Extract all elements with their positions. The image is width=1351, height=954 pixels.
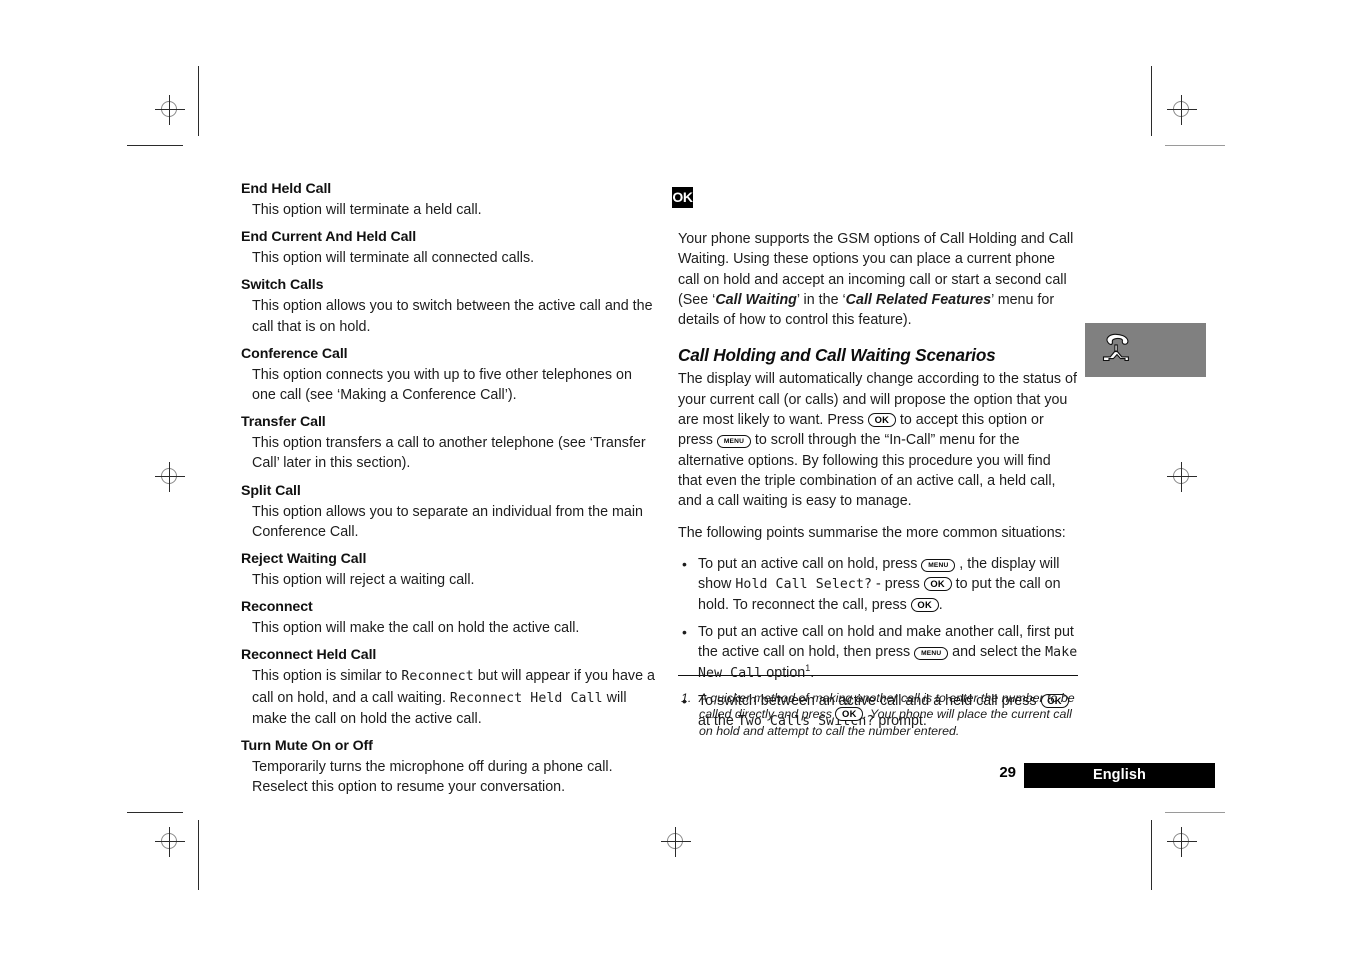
registration-horizontal-line — [155, 109, 185, 110]
registration-vertical-line — [1181, 827, 1182, 857]
menu-key-icon: MENU — [914, 647, 949, 661]
registration-horizontal-line — [1167, 109, 1197, 110]
language-footer-bar: English — [1024, 763, 1215, 788]
option-body-end-current-and-held-call: This option will terminate all connected… — [252, 250, 535, 267]
text-segment: To put an active call on hold, press — [698, 555, 922, 572]
option-heading-reject-waiting-call: Reject Waiting Call — [241, 551, 367, 568]
option-heading-split-call: Split Call — [241, 482, 301, 499]
summary-line: The following points summarise the more … — [678, 524, 1066, 541]
text-segment: and select the — [948, 644, 1046, 661]
lcd-text-reconnect-held-call: Reconnect Held Call — [449, 690, 603, 706]
registration-horizontal-line — [155, 476, 185, 477]
printed-page: End Held Call This option will terminate… — [0, 0, 1351, 954]
text-segment: . — [938, 597, 943, 614]
option-heading-transfer-call: Transfer Call — [241, 414, 326, 431]
emphasis-call-related-features: Call Related Features — [845, 291, 992, 308]
ok-key-icon: OK — [835, 707, 864, 722]
language-label: English — [1092, 767, 1147, 783]
option-heading-end-held-call: End Held Call — [241, 181, 332, 197]
option-heading-end-current-and-held-call: End Current And Held Call — [241, 229, 417, 246]
text-segment: This option is similar to — [252, 668, 402, 685]
registration-horizontal-line — [1167, 476, 1197, 477]
bullet-icon: • — [682, 555, 687, 572]
menu-key-icon: MENU — [921, 558, 956, 572]
text-segment: - press — [872, 576, 924, 593]
crop-rule-bottom-right-vertical — [1151, 820, 1152, 890]
scenario-paragraph: The display will automatically change ac… — [678, 369, 1078, 511]
option-body-reject-waiting-call: This option will reject a waiting call. — [252, 572, 475, 589]
section-heading: Call Holding and Call Waiting Scenarios — [678, 345, 996, 366]
option-body-transfer-call: This option transfers a call to another … — [252, 435, 646, 472]
registration-mark-top-left — [155, 95, 185, 125]
ok-key-icon: OK — [923, 577, 952, 592]
option-body-turn-mute-on-or-off: Temporarily turns the microphone off dur… — [252, 759, 613, 796]
registration-mark-bottom-center — [661, 827, 691, 857]
emphasis-call-waiting: Call Waiting — [715, 291, 797, 308]
footnote: 1. A quicker method of making another cal… — [681, 690, 1081, 739]
crop-rule-bottom-left-vertical — [198, 820, 199, 890]
text-segment: ’ in the ‘ — [796, 291, 846, 308]
ok-key-icon: OK — [910, 598, 939, 613]
lcd-text-hold-call-select: Hold Call Select? — [735, 577, 873, 593]
option-body-conference-call: This option connects you with up to five… — [252, 366, 632, 404]
chapter-side-tab — [1085, 323, 1206, 377]
bullet-icon: • — [682, 623, 687, 640]
option-body-split-call: This option allows you to separate an in… — [252, 503, 643, 540]
registration-mark-middle-right — [1167, 462, 1197, 492]
ok-key-icon: OK — [867, 413, 896, 428]
right-column: Your phone supports the GSM options of C… — [678, 229, 1078, 738]
crop-rule-top-left-horizontal — [127, 145, 183, 146]
option-heading-reconnect: Reconnect — [241, 599, 313, 616]
crop-rule-top-right-horizontal — [1165, 145, 1225, 146]
crop-rule-bottom-right-horizontal — [1165, 812, 1225, 813]
lcd-text-reconnect: Reconnect — [401, 669, 474, 685]
registration-vertical-line — [1181, 462, 1182, 492]
phone-handset-in-call-icon — [1102, 333, 1129, 362]
intro-paragraph: Your phone supports the GSM options of C… — [678, 229, 1078, 330]
registration-vertical-line — [169, 827, 170, 857]
registration-horizontal-line — [155, 841, 185, 842]
registration-vertical-line — [675, 827, 676, 857]
registration-mark-bottom-right — [1167, 827, 1197, 857]
crop-rule-top-right-vertical — [1151, 66, 1152, 136]
footnote-separator-rule — [678, 675, 1078, 676]
option-body-switch-calls: This option allows you to switch between… — [252, 298, 653, 335]
menu-key-icon: MENU — [716, 435, 751, 449]
option-body-reconnect-held-call: This option is similar to Reconnect but … — [241, 666, 659, 729]
registration-mark-middle-left — [155, 462, 185, 492]
option-heading-conference-call: Conference Call — [241, 345, 348, 362]
footnote-number: 1. — [681, 691, 692, 705]
option-heading-turn-mute-on-or-off: Turn Mute On or Off — [241, 738, 373, 755]
list-item: • To put an active call on hold, press ME… — [678, 554, 1078, 616]
registration-vertical-line — [169, 95, 170, 125]
text-segment: . — [810, 665, 815, 682]
option-body-reconnect: This option will make the call on hold t… — [252, 620, 580, 637]
option-heading-switch-calls: Switch Calls — [241, 277, 324, 294]
registration-horizontal-line — [1167, 841, 1197, 842]
left-column: End Held Call This option will terminate… — [241, 180, 659, 797]
page-number: 29 — [999, 764, 1016, 781]
registration-vertical-line — [1181, 95, 1182, 125]
crop-rule-top-left-vertical — [198, 66, 199, 136]
option-heading-reconnect-held-call: Reconnect Held Call — [241, 647, 377, 664]
crop-rule-bottom-left-horizontal — [127, 812, 183, 813]
registration-vertical-line — [169, 462, 170, 492]
registration-mark-top-right — [1167, 95, 1197, 125]
registration-mark-bottom-left — [155, 827, 185, 857]
registration-horizontal-line — [661, 841, 691, 842]
ok-key-badge-icon: OK — [672, 187, 693, 208]
text-segment: option — [762, 665, 806, 682]
option-body-end-held-call: This option will terminate a held call. — [252, 202, 482, 218]
